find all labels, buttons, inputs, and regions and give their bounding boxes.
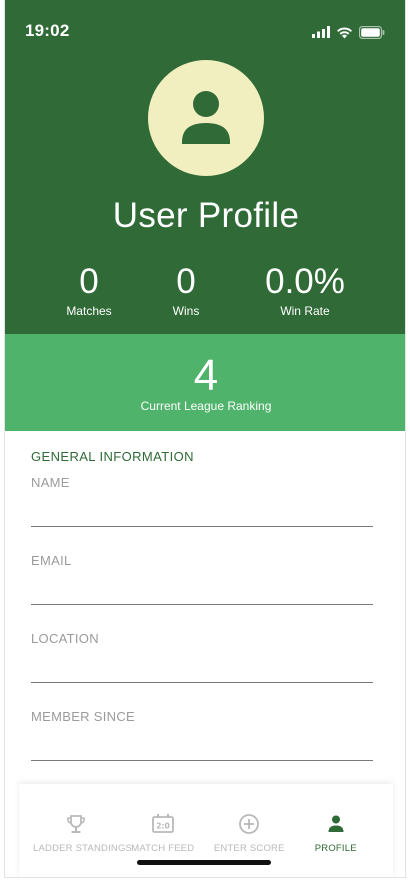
home-indicator [137,860,271,865]
trophy-icon [67,815,86,833]
nav-profile-label: PROFILE [314,843,357,854]
status-time: 19:02 [25,21,70,40]
nav-enter-score-label: ENTER SCORE [213,843,285,854]
person-icon [328,815,344,832]
status-icons [312,24,385,40]
add-circle-icon [239,814,260,834]
member-since-field-label: MEMBER SINCE [31,709,136,724]
app-screen: 19:02 User Profile 0 Matches 0 Wins 0.0%… [4,0,406,878]
avatar[interactable] [148,60,264,176]
nav-ladder-standings-label: LADDER STANDINGS [33,843,133,854]
nav-match-feed[interactable]: 2:0 MATCH FEED [120,784,207,864]
page-title: User Profile [112,196,300,235]
nav-match-feed-label: MATCH FEED [131,843,195,854]
nav-ladder-standings[interactable]: LADDER STANDINGS [33,784,133,864]
member-since-field[interactable]: MEMBER SINCE [31,709,373,761]
nav-enter-score[interactable]: ENTER SCORE [206,784,293,864]
battery-icon [359,25,385,39]
person-icon [182,91,230,144]
ranking-label: Current League Ranking [140,399,272,413]
svg-text:2:0: 2:0 [156,822,169,831]
stat-win-rate: 0.0% Win Rate [235,262,375,318]
stat-win-rate-value: 0.0% [265,262,345,301]
email-field-label: EMAIL [31,553,72,568]
profile-header: 19:02 User Profile 0 Matches 0 Wins 0.0%… [5,0,405,334]
name-field[interactable]: NAME [31,475,373,527]
location-field-label: LOCATION [31,631,99,646]
name-field-label: NAME [31,475,70,490]
nav-profile[interactable]: PROFILE [293,784,380,864]
general-information-heading: GENERAL INFORMATION [31,449,194,464]
email-field[interactable]: EMAIL [31,553,373,605]
cellular-signal-icon [312,26,330,38]
scoreboard-icon: 2:0 [151,814,174,833]
stat-win-rate-label: Win Rate [280,304,330,318]
wifi-icon [337,26,352,38]
location-field[interactable]: LOCATION [31,631,373,683]
ranking-band: 4 Current League Ranking [5,334,405,431]
ranking-value: 4 [193,351,219,400]
status-bar: 19:02 [5,0,405,64]
